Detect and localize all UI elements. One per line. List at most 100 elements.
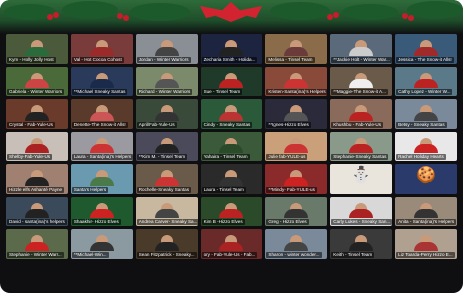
participant-name-label: Andrea Carver- Sneaky Sa... bbox=[136, 219, 198, 225]
participant-tile[interactable]: **Maggie-The Snow-it A... bbox=[330, 66, 393, 96]
participant-tile[interactable]: Crystal - Fab-Yule-Us bbox=[6, 99, 68, 129]
participant-tile[interactable]: Kym - Holly Jolly Host bbox=[6, 34, 68, 64]
participant-body bbox=[219, 79, 244, 88]
participant-tile[interactable]: April/Fab-Yule-Us bbox=[135, 99, 198, 129]
participant-name-label: Betsy - Sneaky Santas bbox=[396, 121, 447, 128]
participant-name-label: Kym - Holly Jolly Host bbox=[7, 56, 56, 63]
participant-body bbox=[414, 209, 439, 218]
participant-tile[interactable]: Carly Lukes - Sneaky San... bbox=[330, 196, 393, 226]
participant-name-label: Sharon - winter wonder... bbox=[266, 251, 322, 258]
participant-tile[interactable]: 🍪 bbox=[395, 164, 457, 194]
participant-tile[interactable]: Val - Hot Cocoa Cohost bbox=[70, 34, 133, 64]
participant-body bbox=[154, 111, 179, 121]
participant-name-label: Stephanie-Sneaky Santas bbox=[331, 154, 389, 160]
participant-body bbox=[24, 176, 49, 186]
participant-tile[interactable]: ⛄ bbox=[330, 164, 393, 194]
participant-name-label: Denette-The Snow-it Alls! bbox=[71, 121, 128, 128]
participant-name-label: **Michael-Win... bbox=[71, 251, 109, 258]
participant-tile[interactable]: Stephanie - Winter Warr... bbox=[6, 229, 68, 259]
participant-tile[interactable]: **Ignes-Hizzo Elves bbox=[265, 99, 328, 129]
participant-body bbox=[414, 241, 439, 251]
participant-tile[interactable]: Gabriela - Winter Warriors bbox=[6, 66, 68, 96]
participant-name-label: Hizzle elfs Ashanté Payne bbox=[7, 186, 65, 193]
participant-tile[interactable]: **Michael Sneaky Santas bbox=[70, 66, 133, 96]
participant-name-label: **Michael Sneaky Santas bbox=[71, 89, 128, 95]
participant-tile[interactable]: Shaakhir- Hizzo Elves bbox=[70, 196, 133, 226]
participant-tile[interactable]: Anita - Santa(ina)'s Helpers bbox=[395, 196, 457, 226]
participant-tile[interactable]: Keith - Tinsel Team bbox=[330, 229, 393, 259]
participant-name-label: Laura - Santa(ina)'s Helpers bbox=[71, 154, 133, 160]
participant-tile[interactable]: Julie fab-YULE-us bbox=[265, 131, 328, 161]
participant-body bbox=[414, 79, 439, 88]
participant-tile[interactable]: Hizzle elfs Ashanté Payne bbox=[6, 164, 68, 194]
participant-body bbox=[154, 79, 179, 88]
participant-tile[interactable]: Andrea Carver- Sneaky Sa... bbox=[135, 196, 198, 226]
video-call-window: Kym - Holly Jolly Host Val - Hot Cocoa Co… bbox=[0, 0, 463, 293]
participant-tile[interactable]: Laura - Tinsel Team bbox=[200, 164, 263, 194]
participant-body bbox=[89, 144, 114, 153]
participant-tile[interactable]: Sharon - winter wonder... bbox=[265, 229, 328, 259]
participant-name-label: **Maggie-The Snow-it A... bbox=[331, 89, 388, 95]
participant-tile[interactable]: **Jackie Holt - Winter War... bbox=[330, 34, 393, 64]
participant-tile[interactable]: Yahaira - Tinsel Team bbox=[200, 131, 263, 161]
participant-body bbox=[89, 79, 114, 88]
participant-body bbox=[414, 46, 439, 56]
participant-body bbox=[89, 111, 114, 121]
participant-name-label: Crystal - Fab-Yule-Us bbox=[7, 121, 55, 128]
participant-tile[interactable]: Zecharia Smith - Holida... bbox=[200, 34, 263, 64]
participant-body bbox=[89, 209, 114, 218]
participant-tile[interactable]: Khushbu - Fab-Yule-Us bbox=[330, 99, 393, 129]
participant-tile[interactable]: Kim B -Hizzo Elves bbox=[200, 196, 263, 226]
participant-tile[interactable]: Rachel Holiday Hearts bbox=[395, 131, 457, 161]
participant-name-label: Santa's Helpers bbox=[71, 186, 109, 193]
participant-body bbox=[24, 209, 49, 218]
participant-tile[interactable]: Shelby-Fab-Yule-Us bbox=[6, 131, 68, 161]
participant-name-label: Liz Toarda-Perry Hizzo E... bbox=[396, 251, 455, 258]
participant-tile[interactable]: Cathy Lopez - Winter W... bbox=[395, 66, 457, 96]
participant-body bbox=[154, 209, 179, 218]
participant-name-label: Stephanie - Winter Warr... bbox=[7, 251, 64, 258]
participant-tile[interactable]: Cindy - Sneaky Santas bbox=[200, 99, 263, 129]
participant-tile[interactable]: Sue - Tinsel Team bbox=[200, 66, 263, 96]
participant-name-label: Rochelle-Sneaky Santas bbox=[136, 186, 192, 193]
participant-name-label: Greg - Hizzo Elves bbox=[266, 219, 309, 225]
participant-tile[interactable]: Stephanie-Sneaky Santas bbox=[330, 131, 393, 161]
participant-tile[interactable]: Jordan - Winter Warriors bbox=[135, 34, 198, 64]
holly-decoration-icon bbox=[4, 1, 463, 22]
participant-name-label: Jessica - The Snow-it Alls! bbox=[396, 56, 454, 63]
participant-body bbox=[219, 209, 244, 218]
participant-name-label: Gabriela - Winter Warriors bbox=[7, 89, 65, 95]
participant-tile[interactable]: ory - Fab-Yule-Us - Fab... bbox=[200, 229, 263, 259]
participant-name-label: ory - Fab-Yule-Us - Fab... bbox=[201, 251, 258, 258]
participant-body bbox=[24, 79, 49, 88]
participant-tile[interactable]: Santa's Helpers bbox=[70, 164, 133, 194]
participant-tile[interactable]: Liz Toarda-Perry Hizzo E... bbox=[395, 229, 457, 259]
participant-name-label: Cindy - Sneaky Santas bbox=[201, 121, 253, 128]
holly-garland-banner bbox=[0, 0, 463, 34]
participant-tile[interactable]: Denette-The Snow-it Alls! bbox=[70, 99, 133, 129]
participant-tile[interactable]: Sean Fitzpatrick - Sneaky... bbox=[135, 229, 198, 259]
participant-name-label: Cathy Lopez - Winter W... bbox=[396, 89, 453, 95]
participant-name-label: Khushbu - Fab-Yule-Us bbox=[331, 121, 384, 128]
participant-tile[interactable]: Greg - Hizzo Elves bbox=[265, 196, 328, 226]
participant-tile[interactable]: Jessica - The Snow-it Alls! bbox=[395, 34, 457, 64]
participant-tile[interactable]: Kristen-Santa(ina)'s Helpers bbox=[265, 66, 328, 96]
participant-tile[interactable]: Betsy - Sneaky Santas bbox=[395, 99, 457, 129]
participant-body bbox=[154, 176, 179, 186]
participant-tile[interactable]: **Michael-Win... bbox=[70, 229, 133, 259]
participant-name-label: Yahaira - Tinsel Team bbox=[201, 154, 250, 160]
participant-tile[interactable]: Richard - Winter Warriors bbox=[135, 66, 198, 96]
participant-tile[interactable]: Melissa - Tinsel Team bbox=[265, 34, 328, 64]
participant-tile[interactable]: **Kim M. - Tinsel Team bbox=[135, 131, 198, 161]
participant-tile[interactable]: David - santa(ina)'s helpers bbox=[6, 196, 68, 226]
avatar-image: ⛄ bbox=[351, 166, 372, 184]
participant-body bbox=[414, 144, 439, 153]
participant-body bbox=[349, 79, 374, 88]
participant-name-label: Richard - Winter Warriors bbox=[136, 89, 193, 95]
participant-gallery-grid: Kym - Holly Jolly Host Val - Hot Cocoa Co… bbox=[6, 34, 457, 291]
participant-tile[interactable]: Rochelle-Sneaky Santas bbox=[135, 164, 198, 194]
participant-tile[interactable]: Laura - Santa(ina)'s Helpers bbox=[70, 131, 133, 161]
participant-name-label: Julie fab-YULE-us bbox=[266, 154, 308, 160]
participant-body bbox=[154, 46, 179, 56]
participant-tile[interactable]: **Mindy- Fab-YULE-us bbox=[265, 164, 328, 194]
